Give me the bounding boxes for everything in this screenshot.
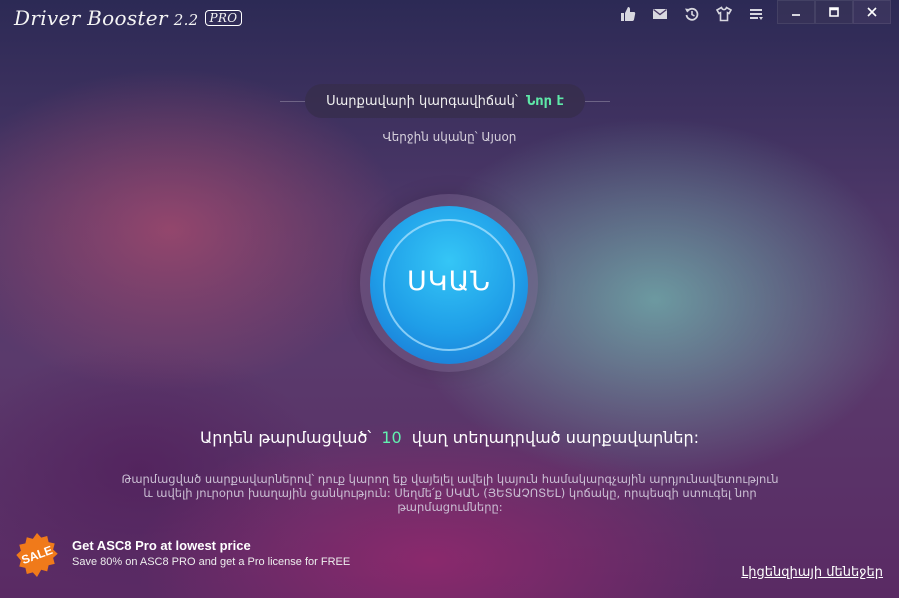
updated-drivers-suffix: վաղ տեղադրված սարքավարներ: xyxy=(411,428,700,447)
status-pill: Սարքավարի կարգավիճակ՝ Նոր է xyxy=(305,84,585,118)
updated-drivers-line: Արդեն թարմացված՝ 10 վաղ տեղադրված սարքավ… xyxy=(0,428,899,447)
pro-badge: PRO xyxy=(204,10,243,26)
status-divider-left xyxy=(280,101,305,102)
main-menu-button[interactable] xyxy=(740,3,772,25)
skin-button[interactable] xyxy=(708,3,740,25)
toolbar xyxy=(612,3,772,25)
scan-button-ring xyxy=(383,219,515,351)
menu-icon xyxy=(750,9,763,20)
status-value: Նոր է xyxy=(526,93,564,109)
like-button[interactable] xyxy=(612,3,644,25)
status-divider-right xyxy=(585,101,610,102)
promo-title[interactable]: Get ASC8 Pro at lowest price xyxy=(72,538,251,553)
history-button[interactable] xyxy=(676,3,708,25)
app-version: 2.2 xyxy=(173,11,199,29)
maximize-icon xyxy=(829,7,839,17)
last-scan-text: Վերջին սկանը՝ Այսօր xyxy=(382,130,517,144)
close-button[interactable] xyxy=(853,0,891,24)
sale-badge-icon[interactable]: SALE xyxy=(14,532,60,578)
shirt-icon xyxy=(716,6,732,22)
driver-status: Սարքավարի կարգավիճակ՝ Նոր է xyxy=(280,84,610,120)
window-controls xyxy=(777,0,891,24)
close-icon xyxy=(867,7,877,17)
minimize-button[interactable] xyxy=(777,0,815,24)
license-manager-link[interactable]: Լիցենզիայի մենեջեր xyxy=(741,565,883,580)
minimize-icon xyxy=(792,14,800,16)
maximize-button[interactable] xyxy=(815,0,853,24)
feedback-button[interactable] xyxy=(644,3,676,25)
history-icon xyxy=(685,7,699,21)
updated-drivers-prefix: Արդեն թարմացված՝ xyxy=(199,428,372,447)
title-bar: Driver Booster 2.2 PRO xyxy=(0,0,899,34)
description-text: Թարմացված սարքավարներով՝ դուք կարող եք վ… xyxy=(121,472,779,514)
promo-description: Save 80% on ASC8 PRO and get a Pro licen… xyxy=(72,556,351,568)
app-name: Driver Booster xyxy=(14,6,168,30)
updated-drivers-count: 10 xyxy=(381,428,402,447)
status-label: Սարքավարի կարգավիճակ՝ xyxy=(326,93,518,109)
mail-icon xyxy=(653,8,667,19)
app-title: Driver Booster 2.2 PRO xyxy=(14,6,243,30)
thumbs-up-icon xyxy=(621,7,636,21)
